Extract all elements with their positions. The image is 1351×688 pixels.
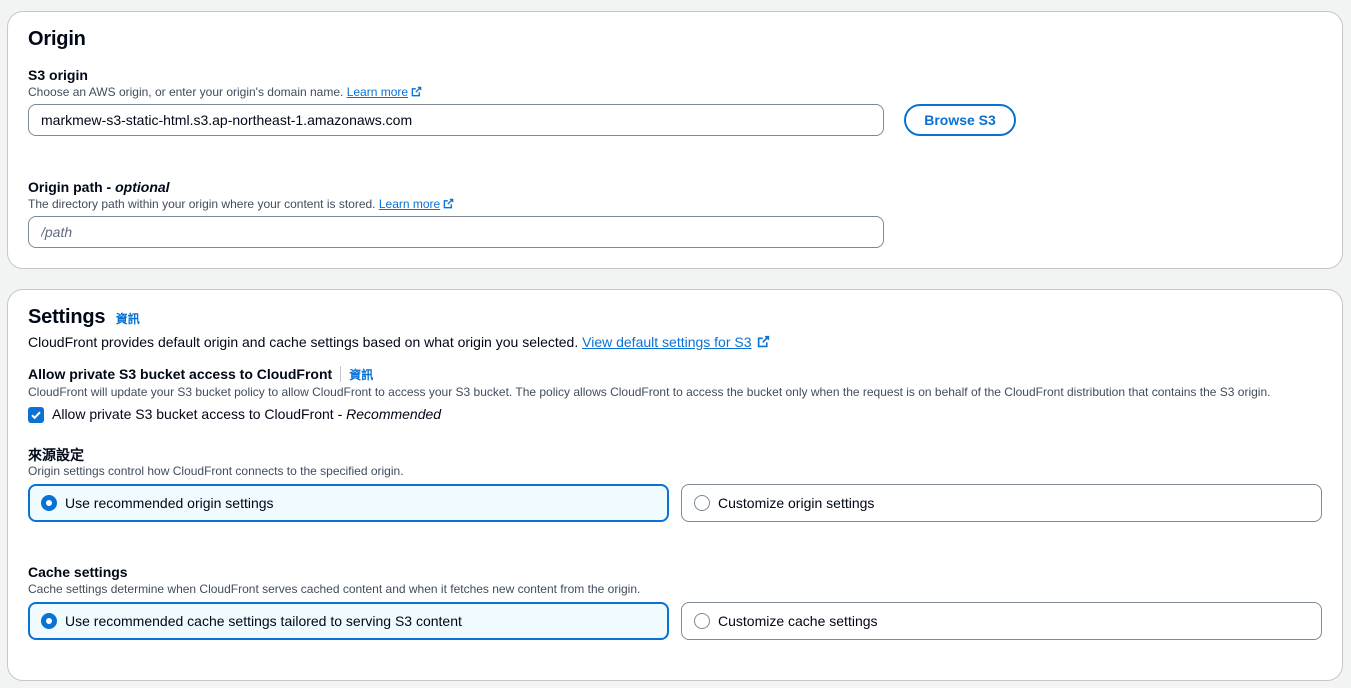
private-access-info-link[interactable]: 資訊 <box>349 368 373 382</box>
cache-settings-custom-label: Customize cache settings <box>718 613 878 629</box>
private-access-header: Allow private S3 bucket access to CloudF… <box>28 366 373 384</box>
origin-path-description-text: The directory path within your origin wh… <box>28 197 376 211</box>
origin-title: Origin <box>28 28 86 50</box>
cache-settings-description: Cache settings determine when CloudFront… <box>28 582 641 596</box>
s3-origin-learn-more-text: Learn more <box>346 85 409 99</box>
settings-header: Settings 資訊 <box>28 306 140 329</box>
s3-origin-label: S3 origin <box>28 67 88 83</box>
view-default-settings-link[interactable]: View default settings for S3 <box>582 334 769 350</box>
private-access-checkbox-label[interactable]: Allow private S3 bucket access to CloudF… <box>52 406 441 422</box>
origin-settings-recommended-label: Use recommended origin settings <box>65 495 274 511</box>
private-access-description: CloudFront will update your S3 bucket po… <box>28 385 1271 399</box>
radio-selected-icon <box>41 613 57 629</box>
external-link-icon <box>757 335 769 348</box>
origin-settings-label: 來源設定 <box>28 447 84 463</box>
cache-settings-custom-tile[interactable]: Customize cache settings <box>681 602 1322 640</box>
private-access-checkbox-text: Allow private S3 bucket access to CloudF… <box>52 406 347 422</box>
s3-origin-description: Choose an AWS origin, or enter your orig… <box>28 85 422 99</box>
origin-settings-description: Origin settings control how CloudFront c… <box>28 464 404 478</box>
divider <box>340 366 342 382</box>
recommended-tag: Recommended <box>346 406 442 422</box>
private-access-checkbox[interactable] <box>28 407 44 423</box>
checkmark-icon <box>31 411 41 420</box>
origin-path-learn-more-link[interactable]: Learn more <box>379 197 454 211</box>
origin-settings-recommended-tile[interactable]: Use recommended origin settings <box>28 484 669 522</box>
browse-s3-button[interactable]: Browse S3 <box>904 104 1016 136</box>
settings-info-link[interactable]: 資訊 <box>116 312 140 326</box>
s3-origin-description-text: Choose an AWS origin, or enter your orig… <box>28 85 344 99</box>
origin-path-optional-tag: optional <box>115 179 170 195</box>
origin-path-label-text: Origin path - <box>28 179 116 195</box>
s3-origin-domain-input[interactable] <box>28 104 884 136</box>
external-link-icon <box>443 198 454 209</box>
settings-panel: Settings 資訊 CloudFront provides default … <box>7 289 1343 681</box>
radio-unselected-icon <box>694 613 710 629</box>
settings-title: Settings <box>28 306 106 328</box>
settings-description-text: CloudFront provides default origin and c… <box>28 334 579 350</box>
origin-path-description: The directory path within your origin wh… <box>28 197 454 211</box>
origin-settings-custom-tile[interactable]: Customize origin settings <box>681 484 1322 522</box>
private-access-label: Allow private S3 bucket access to CloudF… <box>28 366 333 382</box>
cache-settings-recommended-label: Use recommended cache settings tailored … <box>65 613 462 629</box>
origin-path-input[interactable] <box>28 216 884 248</box>
radio-selected-icon <box>41 495 57 511</box>
origin-settings-custom-label: Customize origin settings <box>718 495 875 511</box>
cache-settings-label: Cache settings <box>28 564 128 580</box>
s3-origin-learn-more-link[interactable]: Learn more <box>347 85 422 99</box>
origin-path-label: Origin path - optional <box>28 179 170 195</box>
settings-description: CloudFront provides default origin and c… <box>28 334 770 350</box>
origin-panel: Origin S3 origin Choose an AWS origin, o… <box>7 11 1343 269</box>
origin-path-learn-more-text: Learn more <box>378 197 441 211</box>
external-link-icon <box>411 86 422 97</box>
view-default-settings-text: View default settings for S3 <box>582 334 752 350</box>
radio-unselected-icon <box>694 495 710 511</box>
cache-settings-recommended-tile[interactable]: Use recommended cache settings tailored … <box>28 602 669 640</box>
